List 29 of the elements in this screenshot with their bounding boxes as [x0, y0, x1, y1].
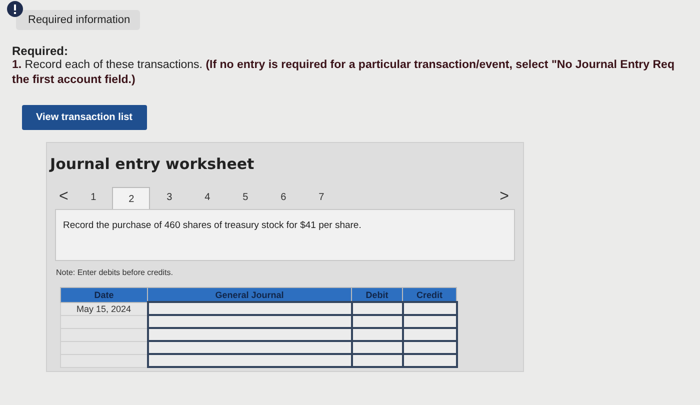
- input-field[interactable]: [148, 328, 352, 341]
- instruction-text: 1. Record each of these transactions. (If no entry is required for a particular transaction/event, select "No Journal Entry Req the first account field.): [12, 58, 676, 88]
- required-heading: Required:: [12, 44, 70, 58]
- required-information-tab[interactable]: Required information: [16, 10, 140, 30]
- view-transaction-list-button[interactable]: View transaction list: [22, 105, 147, 130]
- transaction-prompt: Record the purchase of 460 shares of treasury stock for $41 per share.: [63, 220, 362, 231]
- input-field[interactable]: [148, 341, 352, 354]
- input-field[interactable]: [148, 302, 352, 315]
- input-field[interactable]: [402, 302, 456, 315]
- input-field[interactable]: [352, 302, 402, 315]
- entry-tab[interactable]: 7: [302, 186, 340, 209]
- column-header: General Journal: [148, 288, 352, 302]
- entry-tab[interactable]: 1: [74, 186, 112, 209]
- column-header: Credit: [402, 288, 456, 302]
- alert-icon: [7, 1, 23, 17]
- worksheet-title: Journal entry worksheet: [48, 155, 256, 173]
- next-arrow[interactable]: >: [494, 188, 515, 209]
- note-text: Note: Enter debits before credits.: [56, 268, 174, 277]
- entry-tab[interactable]: 4: [188, 186, 226, 209]
- entry-tab[interactable]: 3: [150, 186, 188, 209]
- previous-arrow[interactable]: <: [53, 188, 74, 209]
- entry-tab[interactable]: 2: [112, 187, 150, 209]
- input-field[interactable]: [148, 354, 352, 367]
- entry-tab[interactable]: 5: [226, 186, 264, 209]
- entry-tab[interactable]: 6: [264, 186, 302, 209]
- column-header: Date: [60, 288, 148, 302]
- date-cell: May 15, 2024: [60, 302, 148, 315]
- column-header: Debit: [352, 288, 402, 302]
- input-field[interactable]: [148, 315, 352, 328]
